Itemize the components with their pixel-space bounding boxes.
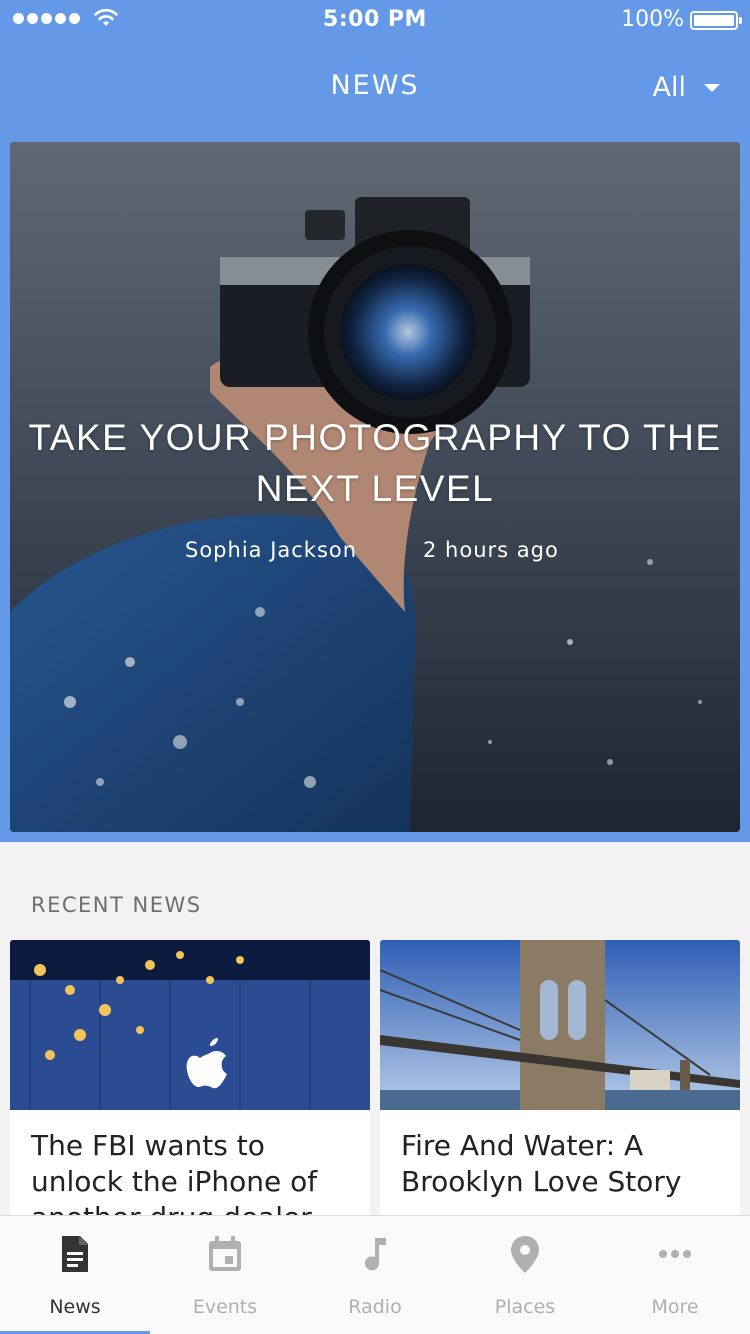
calendar-icon xyxy=(209,1236,241,1271)
filter-dropdown[interactable]: All xyxy=(653,72,720,103)
tab-events[interactable]: Events xyxy=(150,1216,300,1334)
tab-label: More xyxy=(651,1296,699,1318)
tab-radio[interactable]: Radio xyxy=(300,1216,450,1334)
filter-label: All xyxy=(652,72,686,103)
featured-time: 2 hours ago xyxy=(423,538,559,562)
document-icon xyxy=(62,1236,88,1272)
news-card[interactable]: The FBI wants to unlock the iPhone of an… xyxy=(10,940,370,1230)
tab-bar: News Events Radio Places More xyxy=(0,1215,750,1334)
location-pin-icon xyxy=(511,1236,539,1273)
tab-more[interactable]: More xyxy=(600,1216,750,1334)
battery-icon xyxy=(690,11,742,30)
section-heading: RECENT NEWS xyxy=(31,893,202,917)
battery-percentage: 100% xyxy=(621,7,684,32)
featured-article[interactable]: TAKE YOUR PHOTOGRAPHY TO THE NEXT LEVEL … xyxy=(10,142,740,832)
page-title: NEWS xyxy=(330,70,420,101)
featured-title: TAKE YOUR PHOTOGRAPHY TO THE NEXT LEVEL xyxy=(28,417,722,509)
news-card-image xyxy=(380,940,740,1110)
more-dots-icon xyxy=(659,1250,691,1258)
header-area: 5:00 PM 100% NEWS All TAKE YOUR PHOTOGRA… xyxy=(0,0,750,842)
featured-author: Sophia Jackson xyxy=(185,538,358,562)
tab-places[interactable]: Places xyxy=(450,1216,600,1334)
tab-label: News xyxy=(49,1296,101,1318)
news-card-image xyxy=(10,940,370,1110)
tab-news[interactable]: News xyxy=(0,1216,150,1334)
news-card[interactable]: Fire And Water: A Brooklyn Love Story xyxy=(380,940,740,1230)
tab-label: Places xyxy=(494,1296,556,1318)
tab-label: Radio xyxy=(348,1296,402,1318)
news-card-title: Fire And Water: A Brooklyn Love Story xyxy=(401,1129,682,1198)
status-bar: 5:00 PM 100% xyxy=(0,0,750,40)
tab-label: Events xyxy=(192,1296,258,1318)
caret-down-icon xyxy=(704,83,720,92)
music-note-icon xyxy=(365,1238,386,1271)
